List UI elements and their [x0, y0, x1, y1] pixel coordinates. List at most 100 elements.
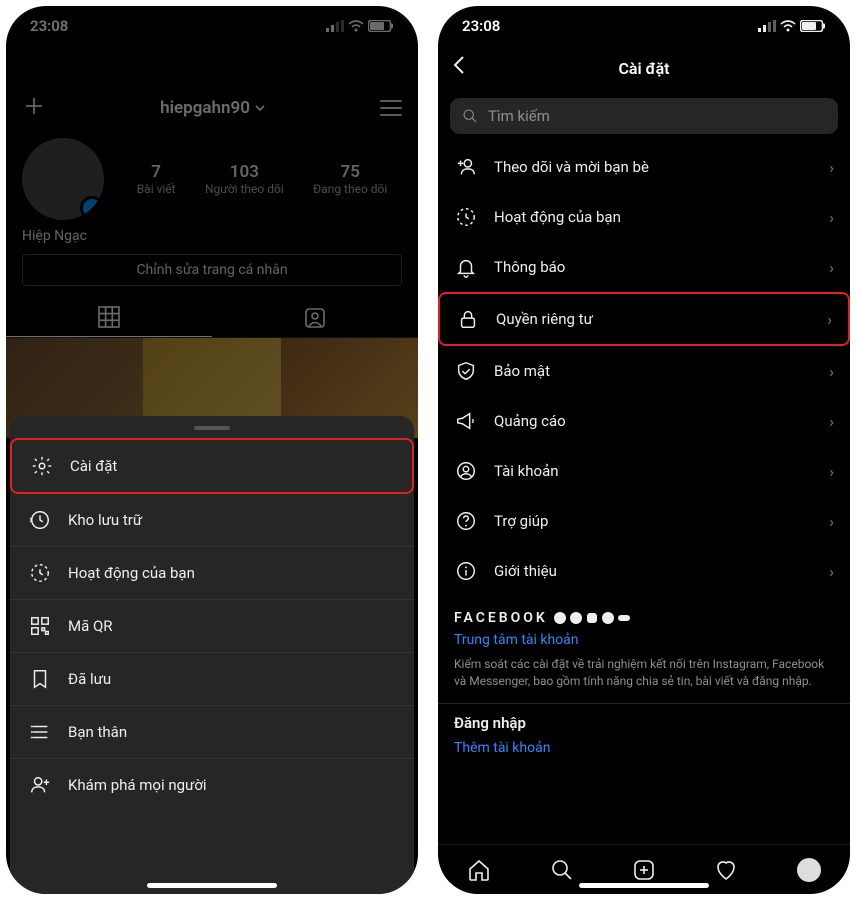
create-button[interactable]: [22, 92, 46, 125]
chevron-right-icon: ›: [829, 208, 834, 227]
phone-profile-screen: 23:08 hiepgahn90 7Bài viết 103Người theo…: [6, 6, 418, 894]
battery-icon: [368, 20, 394, 32]
status-indicators: [326, 20, 394, 32]
stat-followers[interactable]: 103Người theo dõi: [205, 162, 284, 196]
status-indicators: [758, 20, 826, 32]
login-section-title: Đăng nhập: [438, 703, 850, 740]
instagram-icon: [586, 612, 598, 624]
nav-bar: Cài đặt: [438, 46, 850, 90]
discover-people-icon: [28, 773, 52, 797]
chevron-right-icon: ›: [829, 158, 834, 177]
setting-label: Hoạt động của bạn: [494, 208, 621, 226]
home-indicator[interactable]: [147, 883, 277, 888]
sheet-handle[interactable]: [194, 426, 230, 430]
tab-search[interactable]: [549, 857, 575, 883]
setting-follow-invite[interactable]: Theo dõi và mời bạn bè ›: [438, 142, 850, 192]
status-bar: 23:08: [438, 6, 850, 46]
status-bar: 23:08: [6, 6, 418, 46]
setting-label: Theo dõi và mời bạn bè: [494, 158, 649, 176]
menu-item-saved[interactable]: Đã lưu: [10, 653, 414, 706]
facebook-label: FACEBOOK: [454, 610, 548, 626]
menu-item-discover[interactable]: Khám phá mọi người: [10, 759, 414, 811]
chevron-right-icon: ›: [829, 562, 834, 581]
archive-icon: [28, 508, 52, 532]
setting-security[interactable]: Bảo mật ›: [438, 346, 850, 396]
chevron-right-icon: ›: [829, 512, 834, 531]
menu-item-label: Bạn thân: [68, 723, 127, 741]
menu-item-label: Đã lưu: [68, 670, 111, 688]
search-placeholder: Tìm kiếm: [488, 107, 550, 125]
profile-stats-row: 7Bài viết 103Người theo dõi 75Đang theo …: [6, 130, 418, 224]
tab-activity[interactable]: [713, 857, 739, 883]
qr-icon: [28, 614, 52, 638]
menu-item-qr[interactable]: Mã QR: [10, 600, 414, 653]
bottom-sheet-menu: Cài đặt Kho lưu trữ Hoạt động của bạn Mã…: [10, 416, 414, 894]
whatsapp-icon: [602, 612, 614, 624]
page-title: Cài đặt: [618, 59, 669, 78]
status-time: 23:08: [30, 17, 68, 35]
activity-icon: [454, 205, 478, 229]
profile-background-layer: 23:08 hiepgahn90 7Bài viết 103Người theo…: [6, 6, 418, 416]
signal-icon: [326, 20, 344, 32]
menu-item-close-friends[interactable]: Bạn thân: [10, 706, 414, 759]
menu-item-label: Hoạt động của bạn: [68, 564, 195, 582]
tab-home[interactable]: [466, 857, 492, 883]
search-icon: [462, 108, 478, 124]
info-icon: [454, 559, 478, 583]
chevron-down-icon: [254, 102, 266, 114]
chevron-right-icon: ›: [827, 310, 832, 329]
megaphone-icon: [454, 409, 478, 433]
setting-label: Tài khoản: [494, 462, 559, 480]
lock-icon: [456, 307, 480, 331]
home-indicator[interactable]: [579, 883, 709, 888]
stat-posts[interactable]: 7Bài viết: [137, 162, 176, 196]
accounts-center-link[interactable]: Trung tâm tài khoản: [438, 632, 850, 656]
setting-privacy[interactable]: Quyền riêng tư ›: [438, 292, 850, 346]
username-label: hiepgahn90: [160, 98, 250, 118]
accounts-center-description: Kiểm soát các cài đặt về trải nghiệm kết…: [438, 656, 850, 703]
menu-item-archive[interactable]: Kho lưu trữ: [10, 494, 414, 547]
add-account-link[interactable]: Thêm tài khoản: [438, 740, 850, 764]
menu-button[interactable]: [380, 100, 402, 116]
setting-account[interactable]: Tài khoản ›: [438, 446, 850, 496]
add-friend-icon: [454, 155, 478, 179]
oculus-icon: [618, 612, 630, 624]
close-friends-icon: [28, 720, 52, 744]
setting-label: Quảng cáo: [494, 412, 566, 430]
tab-tagged[interactable]: [212, 298, 418, 337]
tab-profile[interactable]: [796, 857, 822, 883]
account-icon: [454, 459, 478, 483]
tab-create[interactable]: [631, 857, 657, 883]
activity-icon: [28, 561, 52, 585]
chevron-right-icon: ›: [829, 362, 834, 381]
wifi-icon: [348, 20, 364, 32]
setting-label: Thông báo: [494, 258, 565, 276]
stats-container: 7Bài viết 103Người theo dõi 75Đang theo …: [122, 162, 402, 196]
menu-item-label: Kho lưu trữ: [68, 511, 142, 529]
wifi-icon: [780, 20, 796, 32]
menu-item-settings[interactable]: Cài đặt: [10, 438, 414, 494]
edit-profile-button[interactable]: Chỉnh sửa trang cá nhân: [22, 254, 402, 286]
setting-notifications[interactable]: Thông báo ›: [438, 242, 850, 292]
avatar[interactable]: [22, 138, 104, 220]
facebook-icon: [554, 612, 566, 624]
back-button[interactable]: [452, 55, 466, 81]
username-dropdown[interactable]: hiepgahn90: [160, 98, 266, 118]
chevron-right-icon: ›: [829, 412, 834, 431]
menu-item-activity[interactable]: Hoạt động của bạn: [10, 547, 414, 600]
tab-grid[interactable]: [6, 298, 212, 337]
setting-about[interactable]: Giới thiệu ›: [438, 546, 850, 596]
setting-help[interactable]: Trợ giúp ›: [438, 496, 850, 546]
search-input[interactable]: Tìm kiếm: [450, 98, 838, 134]
messenger-icon: [570, 612, 582, 624]
setting-label: Giới thiệu: [494, 562, 557, 580]
facebook-app-icons: [554, 612, 630, 624]
stat-following[interactable]: 75Đang theo dõi: [313, 162, 387, 196]
signal-icon: [758, 20, 776, 32]
chevron-right-icon: ›: [829, 258, 834, 277]
setting-ads[interactable]: Quảng cáo ›: [438, 396, 850, 446]
menu-item-label: Khám phá mọi người: [68, 776, 207, 794]
add-story-badge[interactable]: [80, 196, 104, 220]
setting-activity[interactable]: Hoạt động của bạn ›: [438, 192, 850, 242]
setting-label: Quyền riêng tư: [496, 310, 593, 328]
